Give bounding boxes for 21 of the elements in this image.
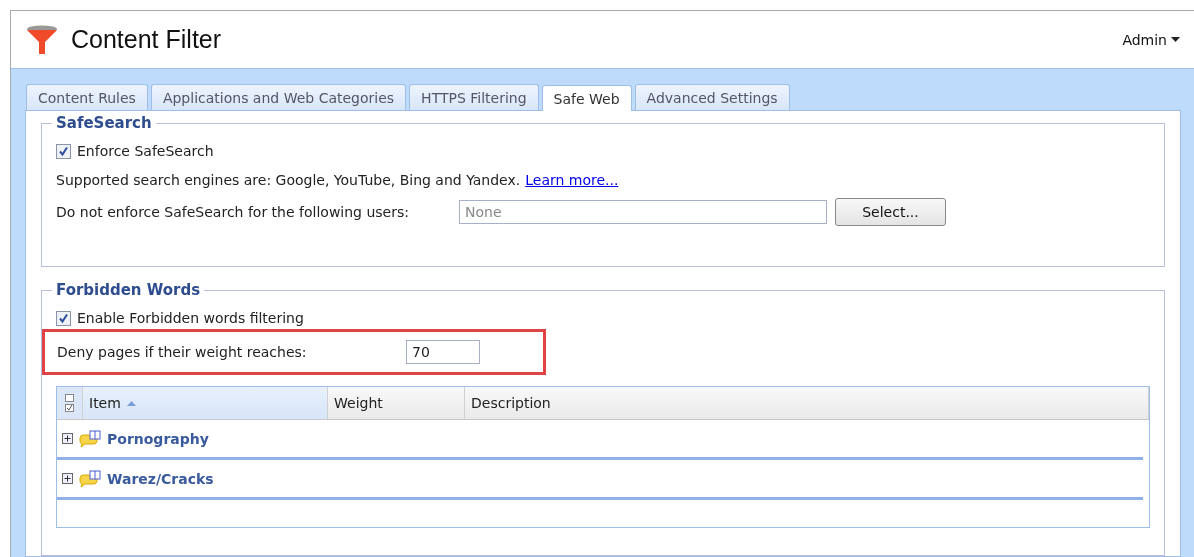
column-header[interactable]: Item [83, 387, 328, 419]
tab[interactable]: Applications and Web Categories [150, 84, 407, 110]
field-label: Deny pages if their weight reaches: [57, 344, 308, 360]
column-header[interactable]: Weight [328, 387, 465, 419]
field-label: Do not enforce SafeSearch for the following users: [56, 204, 410, 220]
select-button[interactable]: Select... [835, 198, 946, 226]
weight-field[interactable]: 70 [406, 340, 480, 364]
tab[interactable]: Advanced Settings [634, 84, 790, 110]
info-text: Supported search engines are: Google, YouTube, Bing and Yandex. [56, 172, 521, 188]
learn-more-link[interactable]: Learn more... [525, 172, 619, 188]
checkbox-label: Enable Forbidden words filtering [77, 310, 304, 326]
column-header[interactable]: Description [465, 387, 1149, 419]
user-menu[interactable]: Admin [1122, 31, 1180, 48]
checkbox-label: Enforce SafeSearch [77, 143, 214, 159]
group-name[interactable]: Pornography [107, 430, 209, 447]
tab[interactable]: Content Rules [26, 84, 148, 110]
tab[interactable]: Safe Web [541, 85, 632, 111]
users-field[interactable]: None [459, 200, 827, 224]
group-name[interactable]: Warez/Cracks [107, 470, 214, 487]
page-title: Content Filter [71, 25, 222, 54]
tab[interactable]: HTTPS Filtering [409, 84, 539, 110]
